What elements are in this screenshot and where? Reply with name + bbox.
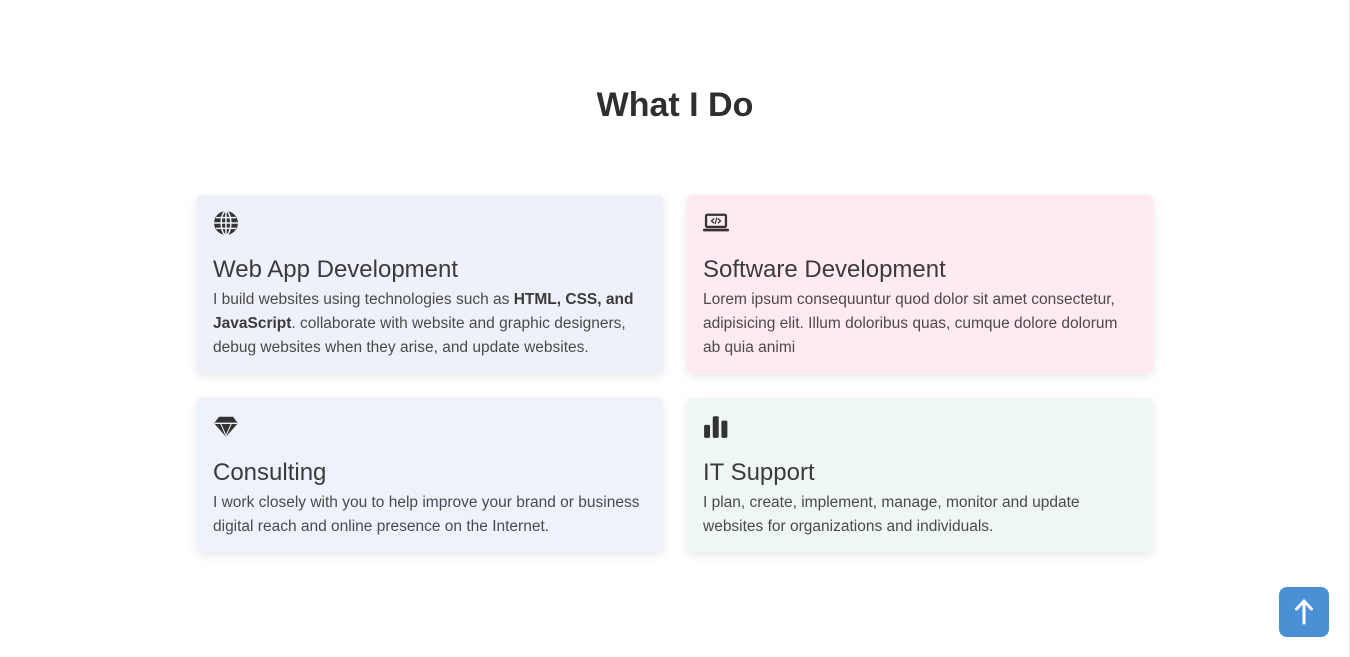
globe-icon	[213, 210, 239, 236]
bar-chart-icon	[703, 413, 729, 439]
section-title: What I Do	[596, 86, 754, 124]
service-title: Web App Development	[213, 256, 459, 283]
service-description: I work closely with you to help improve …	[213, 494, 640, 535]
laptop-code-icon	[703, 210, 729, 236]
services-page: What I Do Web App Development I build we…	[0, 0, 1350, 657]
service-card-it-support: IT Support I plan, create, implement, ma…	[687, 398, 1153, 552]
scroll-to-top-button[interactable]	[1279, 587, 1329, 637]
service-card-consulting: Consulting I work closely with you to he…	[197, 398, 663, 552]
service-title: IT Support	[703, 459, 815, 486]
service-description: I plan, create, implement, manage, monit…	[703, 494, 1080, 535]
service-description: I build websites using technologies such…	[213, 291, 634, 356]
arrow-up-icon	[1293, 599, 1315, 625]
service-card-web-app: Web App Development I build websites usi…	[197, 195, 663, 373]
gem-icon	[213, 413, 239, 439]
service-card-software: Software Development Lorem ipsum consequ…	[687, 195, 1153, 373]
service-title: Consulting	[213, 459, 327, 486]
service-title: Software Development	[703, 256, 946, 283]
service-description: Lorem ipsum consequuntur quod dolor sit …	[703, 291, 1118, 356]
